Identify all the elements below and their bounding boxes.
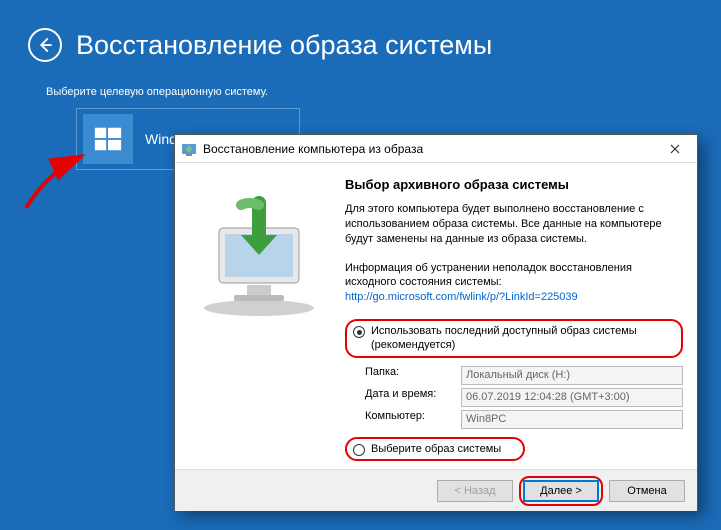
radio-select-image-label: Выберите образ системы xyxy=(371,442,501,456)
field-folder-label: Папка: xyxy=(365,366,453,385)
dialog-heading: Выбор архивного образа системы xyxy=(345,177,683,192)
field-computer-label: Компьютер: xyxy=(365,410,453,429)
radio-select-image[interactable]: Выберите образ системы xyxy=(345,437,525,461)
back-wizard-button: < Назад xyxy=(437,480,513,502)
field-datetime-label: Дата и время: xyxy=(365,388,453,407)
troubleshoot-link[interactable]: http://go.microsoft.com/fwlink/p/?LinkId… xyxy=(345,291,578,303)
radio-icon xyxy=(353,444,365,456)
troubleshoot-text: Информация об устранении неполадок восст… xyxy=(345,262,632,289)
close-button[interactable] xyxy=(655,138,695,160)
field-folder-value: Локальный диск (H:) xyxy=(461,366,683,385)
dialog-description: Для этого компьютера будет выполнено вос… xyxy=(345,202,683,247)
field-datetime-value: 06.07.2019 12:04:28 (GMT+3:00) xyxy=(461,388,683,407)
cancel-button[interactable]: Отмена xyxy=(609,480,685,502)
arrow-left-icon xyxy=(36,36,54,54)
troubleshoot-info: Информация об устранении неполадок восст… xyxy=(345,261,683,306)
back-button[interactable] xyxy=(28,28,62,62)
close-icon xyxy=(670,144,680,154)
radio-use-latest[interactable]: Использовать последний доступный образ с… xyxy=(345,319,683,358)
dialog-icon xyxy=(181,141,197,157)
dialog-footer: < Назад Далее > Отмена xyxy=(175,469,697,511)
page-title: Восстановление образа системы xyxy=(76,30,492,61)
dialog-titlebar: Восстановление компьютера из образа xyxy=(175,135,697,163)
radio-icon xyxy=(353,326,365,338)
field-computer-value: Win8PC xyxy=(461,410,683,429)
restore-dialog: Восстановление компьютера из образа Выбо… xyxy=(174,134,698,510)
page-subtitle: Выберите целевую операционную систему. xyxy=(46,86,721,98)
wizard-illustration xyxy=(189,177,339,469)
next-button[interactable]: Далее > xyxy=(523,480,599,502)
radio-use-latest-label: Использовать последний доступный образ с… xyxy=(371,324,677,353)
windows-logo-icon xyxy=(83,114,133,164)
dialog-title: Восстановление компьютера из образа xyxy=(203,142,655,156)
next-button-highlight: Далее > xyxy=(519,476,603,506)
